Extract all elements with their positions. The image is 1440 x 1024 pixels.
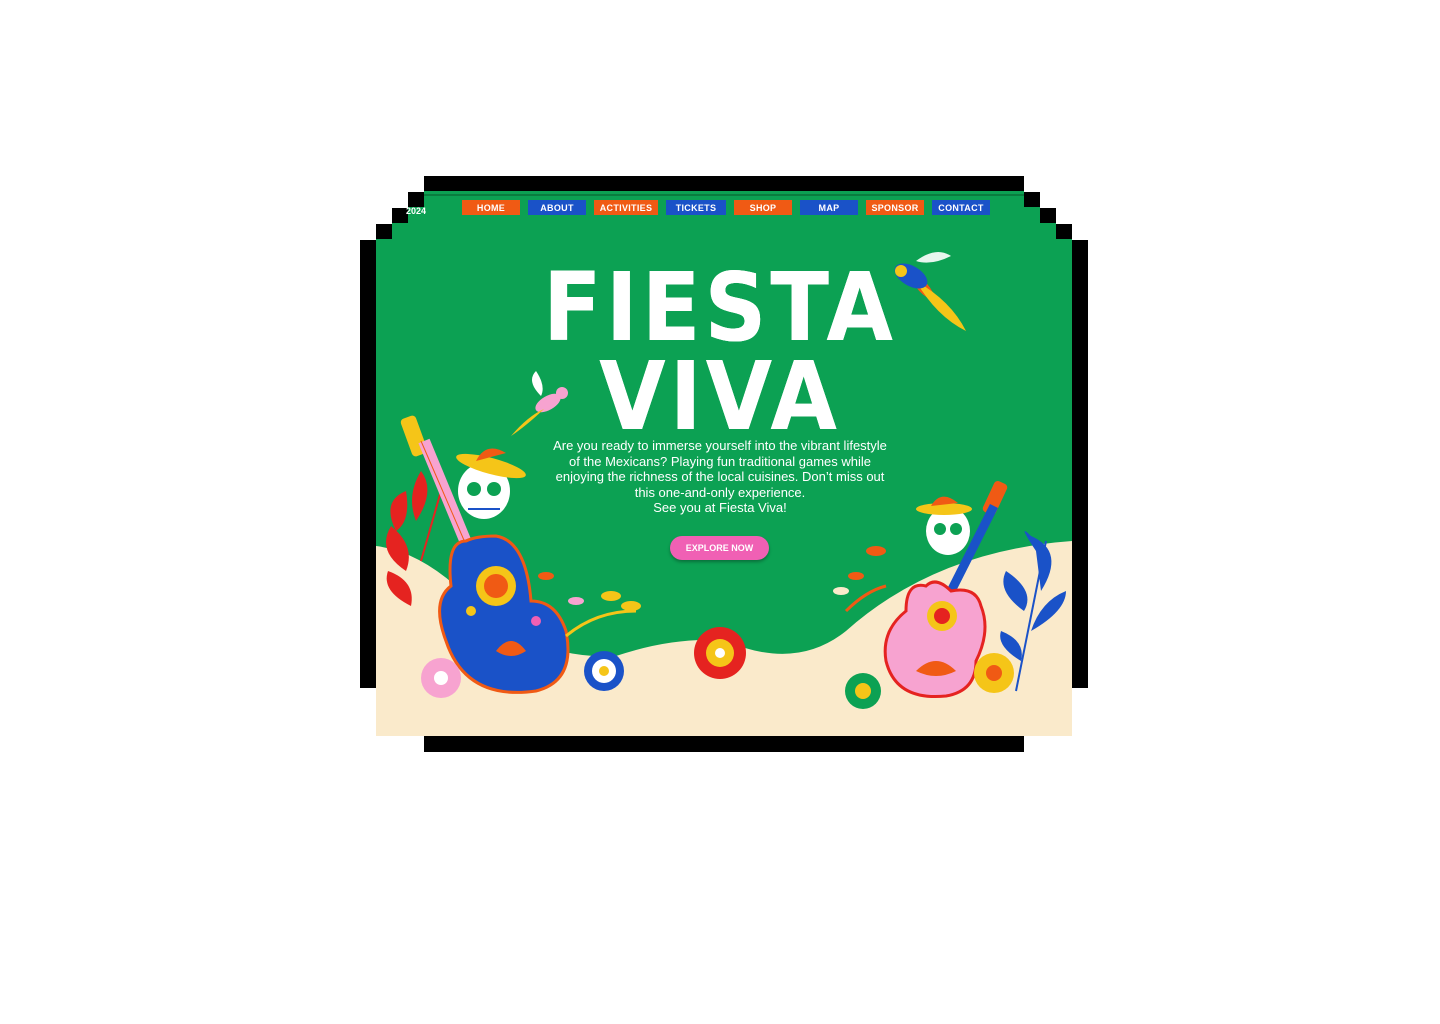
hero-description: Are you ready to immerse yourself into t… (540, 438, 900, 516)
nav-item-about[interactable]: ABOUT (528, 200, 586, 215)
nav-item-map[interactable]: MAP (800, 200, 858, 215)
nav-item-shop[interactable]: SHOP (734, 200, 792, 215)
nav-item-home[interactable]: HOME (462, 200, 520, 215)
nav-item-tickets[interactable]: TICKETS (666, 200, 726, 215)
description-line: this one-and-only experience. (634, 484, 806, 500)
description-line: enjoying the richness of the local cuisi… (555, 469, 885, 484)
description-line: See you at Fiesta Viva! (653, 500, 787, 515)
nav-item-contact[interactable]: CONTACT (932, 200, 990, 215)
nav-item-activities[interactable]: ACTIVITIES (594, 200, 658, 215)
description-line: Are you ready to immerse yourself into t… (553, 438, 887, 453)
nav-item-sponsor[interactable]: SPONSOR (866, 200, 924, 215)
year-label: 2024 (406, 206, 427, 216)
description-line: of the Mexicans? Playing fun traditional… (568, 453, 872, 469)
nav-banner-string (424, 194, 1024, 196)
hero-title-line2: VIVA (599, 342, 841, 452)
explore-now-button[interactable]: EXPLORE NOW (670, 536, 769, 560)
main-nav: HOME ABOUT ACTIVITIES TICKETS SHOP MAP S… (462, 200, 990, 215)
